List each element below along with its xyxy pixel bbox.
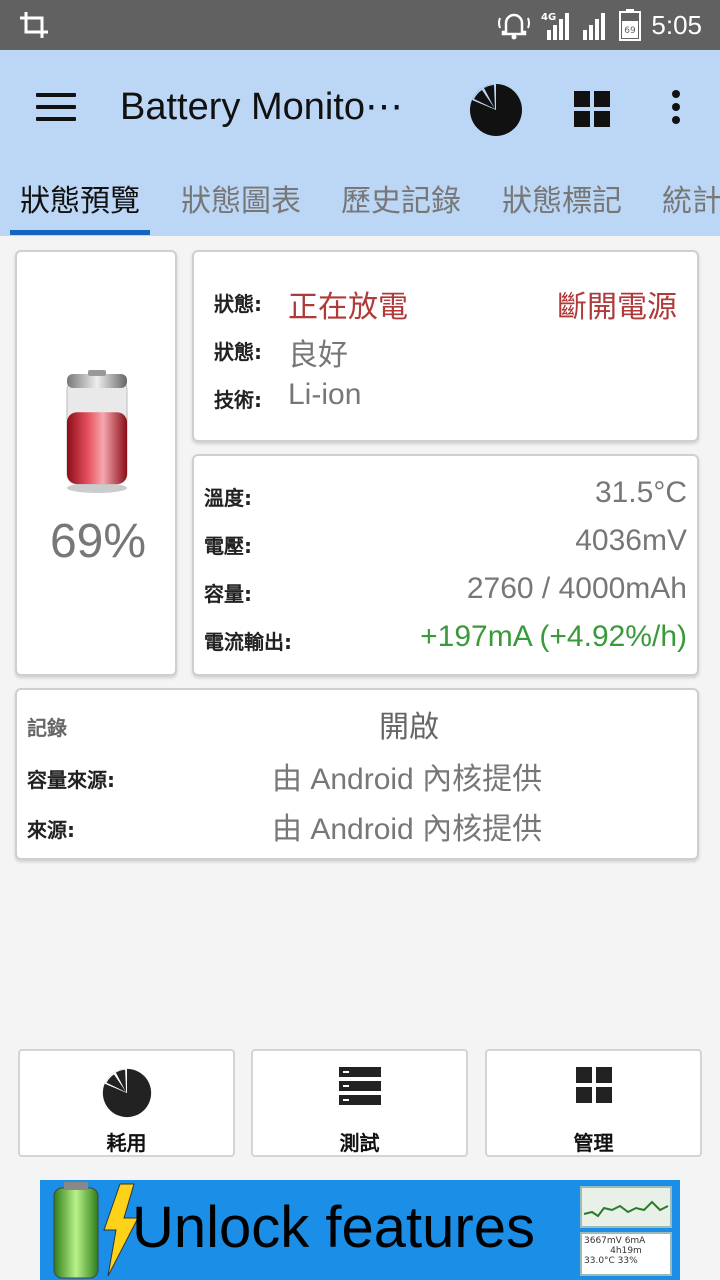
metrics-card: 溫度: 31.5°C 電壓: 4036mV 容量: 2760 / 4000mAh… [192,454,699,676]
technology-label: 技術: [214,388,262,412]
stats-thumbnail: 3667mV 6mA 4h19m 33.0°C 33% [580,1232,672,1276]
health-label: 狀態: [214,340,262,364]
tab-bar: 狀態預覽 狀態圖表 歷史記錄 狀態標記 統計 [0,176,720,236]
thumb-bottom-text: 33.0°C 33% [584,1256,638,1266]
usage-button[interactable]: 耗用 [18,1049,235,1157]
log-label: 記錄 [27,716,67,740]
battery-level-icon [66,370,128,493]
manage-button[interactable]: 管理 [485,1049,702,1157]
banner-text: Unlock features [132,1195,535,1260]
pie-chart-icon[interactable] [468,82,524,138]
clock: 5:05 [651,9,702,40]
pie-chart-icon [102,1068,151,1118]
more-vert-icon[interactable] [668,90,684,130]
source-label: 來源: [27,818,75,842]
charge-state-value: 正在放電 [288,291,408,324]
tab-markers[interactable]: 狀態標記 [502,176,622,220]
temperature-value: 31.5°C [594,476,687,509]
voltage-value: 4036mV [575,524,687,557]
thumb-mid-text: 4h19m [610,1246,642,1256]
grid-icon [575,1067,612,1103]
tab-statistics[interactable]: 統計 [662,176,720,220]
test-button[interactable]: 測試 [251,1049,468,1157]
battery-card[interactable]: 69% [15,250,177,676]
log-value: 開啟 [379,711,439,744]
tab-indicator [10,230,150,235]
crop-icon [20,12,48,38]
svg-text:69: 69 [625,26,637,36]
status-label: 狀態: [214,292,262,316]
unlock-features-banner[interactable]: Unlock features 3667mV 6mA 4h19m 33.0°C … [40,1180,680,1280]
chart-thumbnail [580,1186,672,1228]
alarm-icon [498,13,531,40]
power-source-value: 斷開電源 [557,291,677,324]
manage-button-label: 管理 [573,1131,614,1155]
signal-icon [583,13,606,40]
test-button-label: 測試 [339,1131,380,1155]
source-value: 由 Android 內核提供 [272,813,543,846]
usage-button-label: 耗用 [106,1131,147,1155]
voltage-label: 電壓: [204,534,252,558]
hamburger-menu-icon[interactable] [36,93,76,123]
log-card[interactable]: 記錄 開啟 容量來源: 由 Android 內核提供 來源: 由 Android… [15,688,699,860]
current-value: +197mA (+4.92%/h) [420,620,687,653]
svg-text:4G: 4G [541,12,556,23]
status-bar: 4G 69 5:05 [0,0,720,50]
app-bar: Battery Monito⋯ 狀態預覽 狀態圖表 歷史記錄 狀態標記 統計 [0,50,720,236]
current-label: 電流輸出: [204,630,292,654]
capacity-label: 容量: [204,582,252,606]
battery-percent: 69% [49,515,147,568]
technology-value: Li-ion [288,378,362,411]
temperature-label: 溫度: [204,486,252,510]
tab-history[interactable]: 歷史記錄 [341,176,461,220]
app-title: Battery Monito⋯ [120,86,403,128]
capacity-source-value: 由 Android 內核提供 [272,763,543,796]
health-value: 良好 [288,339,348,372]
capacity-value: 2760 / 4000mAh [466,572,687,605]
tab-charts[interactable]: 狀態圖表 [181,176,301,220]
thumb-top-text: 3667mV 6mA [584,1236,646,1246]
status-card: 狀態: 正在放電 斷開電源 狀態: 良好 技術: Li-ion [192,250,699,442]
server-list-icon [338,1067,381,1105]
battery-icon: 69 [619,9,642,41]
signal-icon: 4G [541,12,570,40]
tab-overview[interactable]: 狀態預覽 [20,176,140,220]
capacity-source-label: 容量來源: [27,768,115,792]
grid-icon[interactable] [574,91,610,127]
